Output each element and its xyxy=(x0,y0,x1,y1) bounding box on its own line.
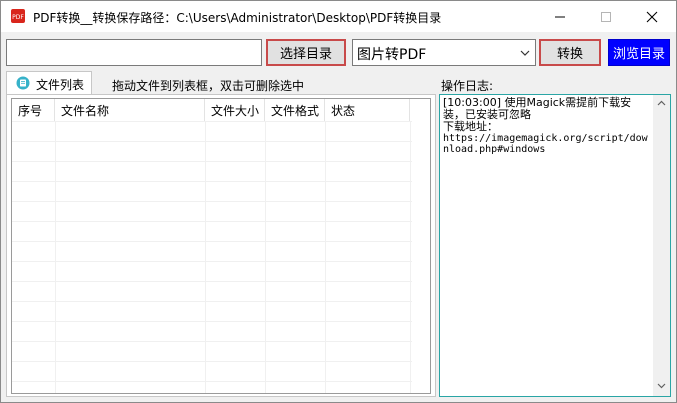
operation-log-textarea[interactable]: [10:03:00] 使用Magick需提前下载安装，已安装可忽略 下载地址： … xyxy=(439,94,671,397)
grid-line xyxy=(12,221,412,222)
scroll-up-icon[interactable] xyxy=(657,99,666,108)
save-path-input[interactable] xyxy=(6,39,262,66)
grid-line xyxy=(12,321,412,322)
tab-file-list-label: 文件列表 xyxy=(36,78,85,92)
grid-line xyxy=(12,201,412,202)
tab-file-list[interactable]: 文件列表 xyxy=(6,71,92,95)
maximize-icon xyxy=(601,11,611,22)
column-header-filename[interactable]: 文件名称 xyxy=(55,99,205,121)
minimize-icon xyxy=(555,16,565,17)
drag-hint-text: 拖动文件到列表框，双击可删除选中 xyxy=(112,79,305,93)
column-header-index[interactable]: 序号 xyxy=(12,99,55,121)
grid-line xyxy=(12,161,412,162)
file-list-table[interactable]: 序号 文件名称 文件大小 文件格式 状态 xyxy=(11,98,431,394)
log-scrollbar[interactable] xyxy=(653,95,670,396)
main-window: PDF PDF转换__转换保存路径：C:\Users\Administrator… xyxy=(0,0,677,403)
grid-line xyxy=(12,381,412,382)
log-line: 下载地址： xyxy=(443,120,498,133)
log-title: 操作日志: xyxy=(441,79,494,93)
log-content: [10:03:00] 使用Magick需提前下载安装，已安装可忽略 下载地址： … xyxy=(443,96,651,156)
conversion-mode-value: 图片转PDF xyxy=(357,47,427,63)
grid-line xyxy=(12,121,412,122)
browse-directory-button[interactable]: 浏览目录 xyxy=(608,39,670,66)
grid-line xyxy=(12,361,412,362)
grid-line xyxy=(12,181,412,182)
column-header-format[interactable]: 文件格式 xyxy=(265,99,325,121)
svg-text:PDF: PDF xyxy=(12,14,24,21)
column-header-status[interactable]: 状态 xyxy=(325,99,410,121)
window-title: PDF转换__转换保存路径：C:\Users\Administrator\Des… xyxy=(33,11,442,25)
grid-line xyxy=(12,241,412,242)
grid-line xyxy=(12,261,412,262)
grid-line xyxy=(12,141,412,142)
column-header-filesize[interactable]: 文件大小 xyxy=(205,99,265,121)
log-line: [10:03:00] 使用Magick需提前下载安装，已安装可忽略 xyxy=(443,96,632,121)
log-line: https://imagemagick.org/script/download.… xyxy=(443,133,648,155)
convert-button[interactable]: 转换 xyxy=(539,39,601,66)
file-list-panel: 序号 文件名称 文件大小 文件格式 状态 xyxy=(6,94,436,397)
pdf-app-icon: PDF xyxy=(11,9,25,23)
grid-line xyxy=(12,301,412,302)
minimize-button[interactable] xyxy=(537,1,583,32)
close-button[interactable] xyxy=(629,1,675,32)
close-icon xyxy=(646,11,658,22)
file-list-icon xyxy=(16,76,30,90)
grid-line xyxy=(12,281,412,282)
scroll-down-icon[interactable] xyxy=(657,381,666,390)
select-directory-button[interactable]: 选择目录 xyxy=(266,39,346,66)
chevron-down-icon xyxy=(520,50,530,56)
maximize-button[interactable] xyxy=(583,1,629,32)
title-bar: PDF PDF转换__转换保存路径：C:\Users\Administrator… xyxy=(1,1,676,32)
conversion-mode-select[interactable]: 图片转PDF xyxy=(352,39,536,66)
grid-line xyxy=(12,341,412,342)
